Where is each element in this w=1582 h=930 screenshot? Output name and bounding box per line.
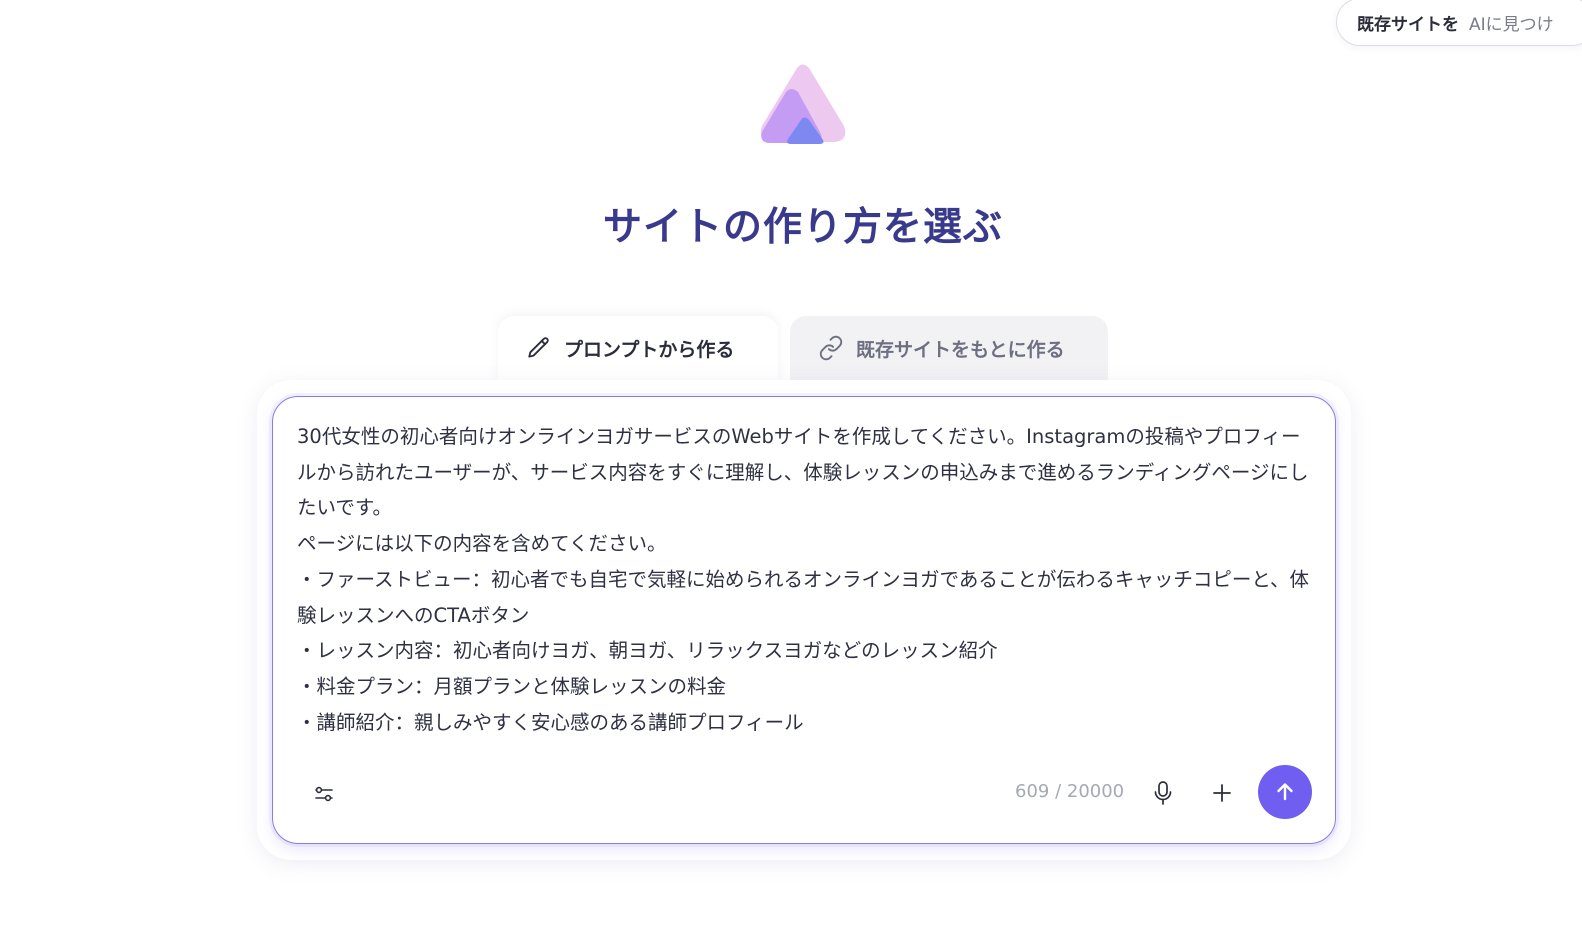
tab-from-existing-site[interactable]: 既存サイトをもとに作る — [790, 316, 1108, 380]
prompt-input-box[interactable]: 30代女性の初心者向けオンラインヨガサービスのWebサイトを作成してください。I… — [272, 396, 1336, 844]
settings-button[interactable] — [309, 779, 339, 809]
tab-from-prompt-label: プロンプトから作る — [564, 338, 735, 361]
prompt-card: 30代女性の初心者向けオンラインヨガサービスのWebサイトを作成してください。I… — [257, 380, 1351, 860]
add-attachment-button[interactable] — [1206, 777, 1238, 809]
character-count: 609 / 20000 — [1015, 781, 1125, 802]
creation-method-tabs: プロンプトから作る 既存サイトをもとに作る — [498, 316, 1108, 380]
logo-icon — [760, 64, 846, 144]
pencil-icon — [528, 337, 549, 358]
sliders-icon — [315, 786, 333, 802]
find-existing-site-pill[interactable]: 既存サイトを AIに見つけ — [1336, 0, 1582, 46]
voice-input-button[interactable] — [1147, 777, 1179, 809]
plus-icon — [1213, 784, 1231, 802]
tab-from-prompt[interactable]: プロンプトから作る — [498, 316, 778, 380]
app-logo — [757, 62, 849, 146]
microphone-icon — [1154, 781, 1172, 805]
prompt-textarea[interactable]: 30代女性の初心者向けオンラインヨガサービスのWebサイトを作成してください。I… — [297, 419, 1317, 740]
send-button[interactable] — [1258, 765, 1312, 819]
arrow-up-icon — [1277, 783, 1293, 801]
page-title: サイトの作り方を選ぶ — [602, 205, 1003, 250]
pill-sub-label: AIに見つけ — [1469, 14, 1554, 35]
link-icon — [819, 335, 843, 361]
tab-from-existing-site-label: 既存サイトをもとに作る — [856, 338, 1065, 361]
pill-strong-label: 既存サイトを — [1357, 14, 1459, 35]
